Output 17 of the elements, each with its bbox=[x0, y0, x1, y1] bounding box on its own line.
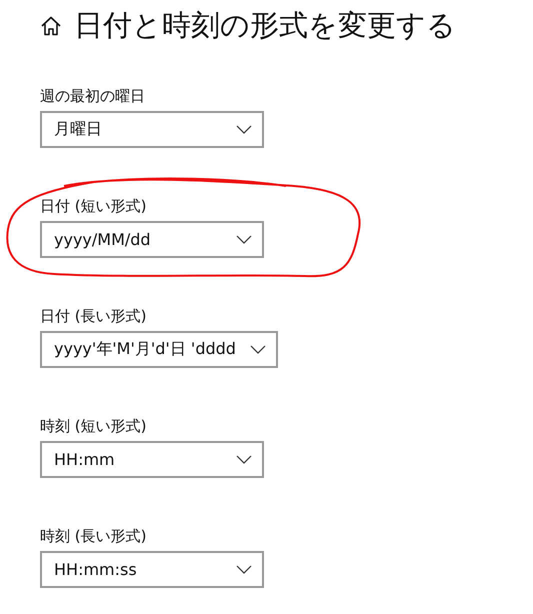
format-dropdown[interactable]: 月曜日 bbox=[40, 111, 264, 148]
setting-label: 日付 (短い形式) bbox=[40, 197, 146, 215]
setting-label: 週の最初の曜日 bbox=[40, 87, 145, 105]
format-dropdown[interactable]: yyyy'年'M'月'd'日 'dddd bbox=[40, 331, 278, 368]
setting-label: 日付 (長い形式) bbox=[40, 307, 146, 325]
format-dropdown[interactable]: HH:mm bbox=[40, 441, 264, 478]
chevron-icon bbox=[236, 455, 252, 464]
format-dropdown[interactable]: yyyy/MM/dd bbox=[40, 221, 264, 258]
format-dropdown[interactable]: HH:mm:ss bbox=[40, 551, 264, 588]
chevron-icon bbox=[250, 345, 266, 354]
setting-label: 時刻 (短い形式) bbox=[40, 417, 146, 435]
home-icon[interactable] bbox=[40, 15, 62, 37]
chevron-icon bbox=[236, 125, 252, 134]
chevron-icon bbox=[236, 235, 252, 244]
setting-label: 時刻 (長い形式) bbox=[40, 527, 146, 545]
page-title: 日付と時刻の形式を変更する bbox=[74, 7, 456, 44]
chevron-icon bbox=[236, 565, 252, 574]
